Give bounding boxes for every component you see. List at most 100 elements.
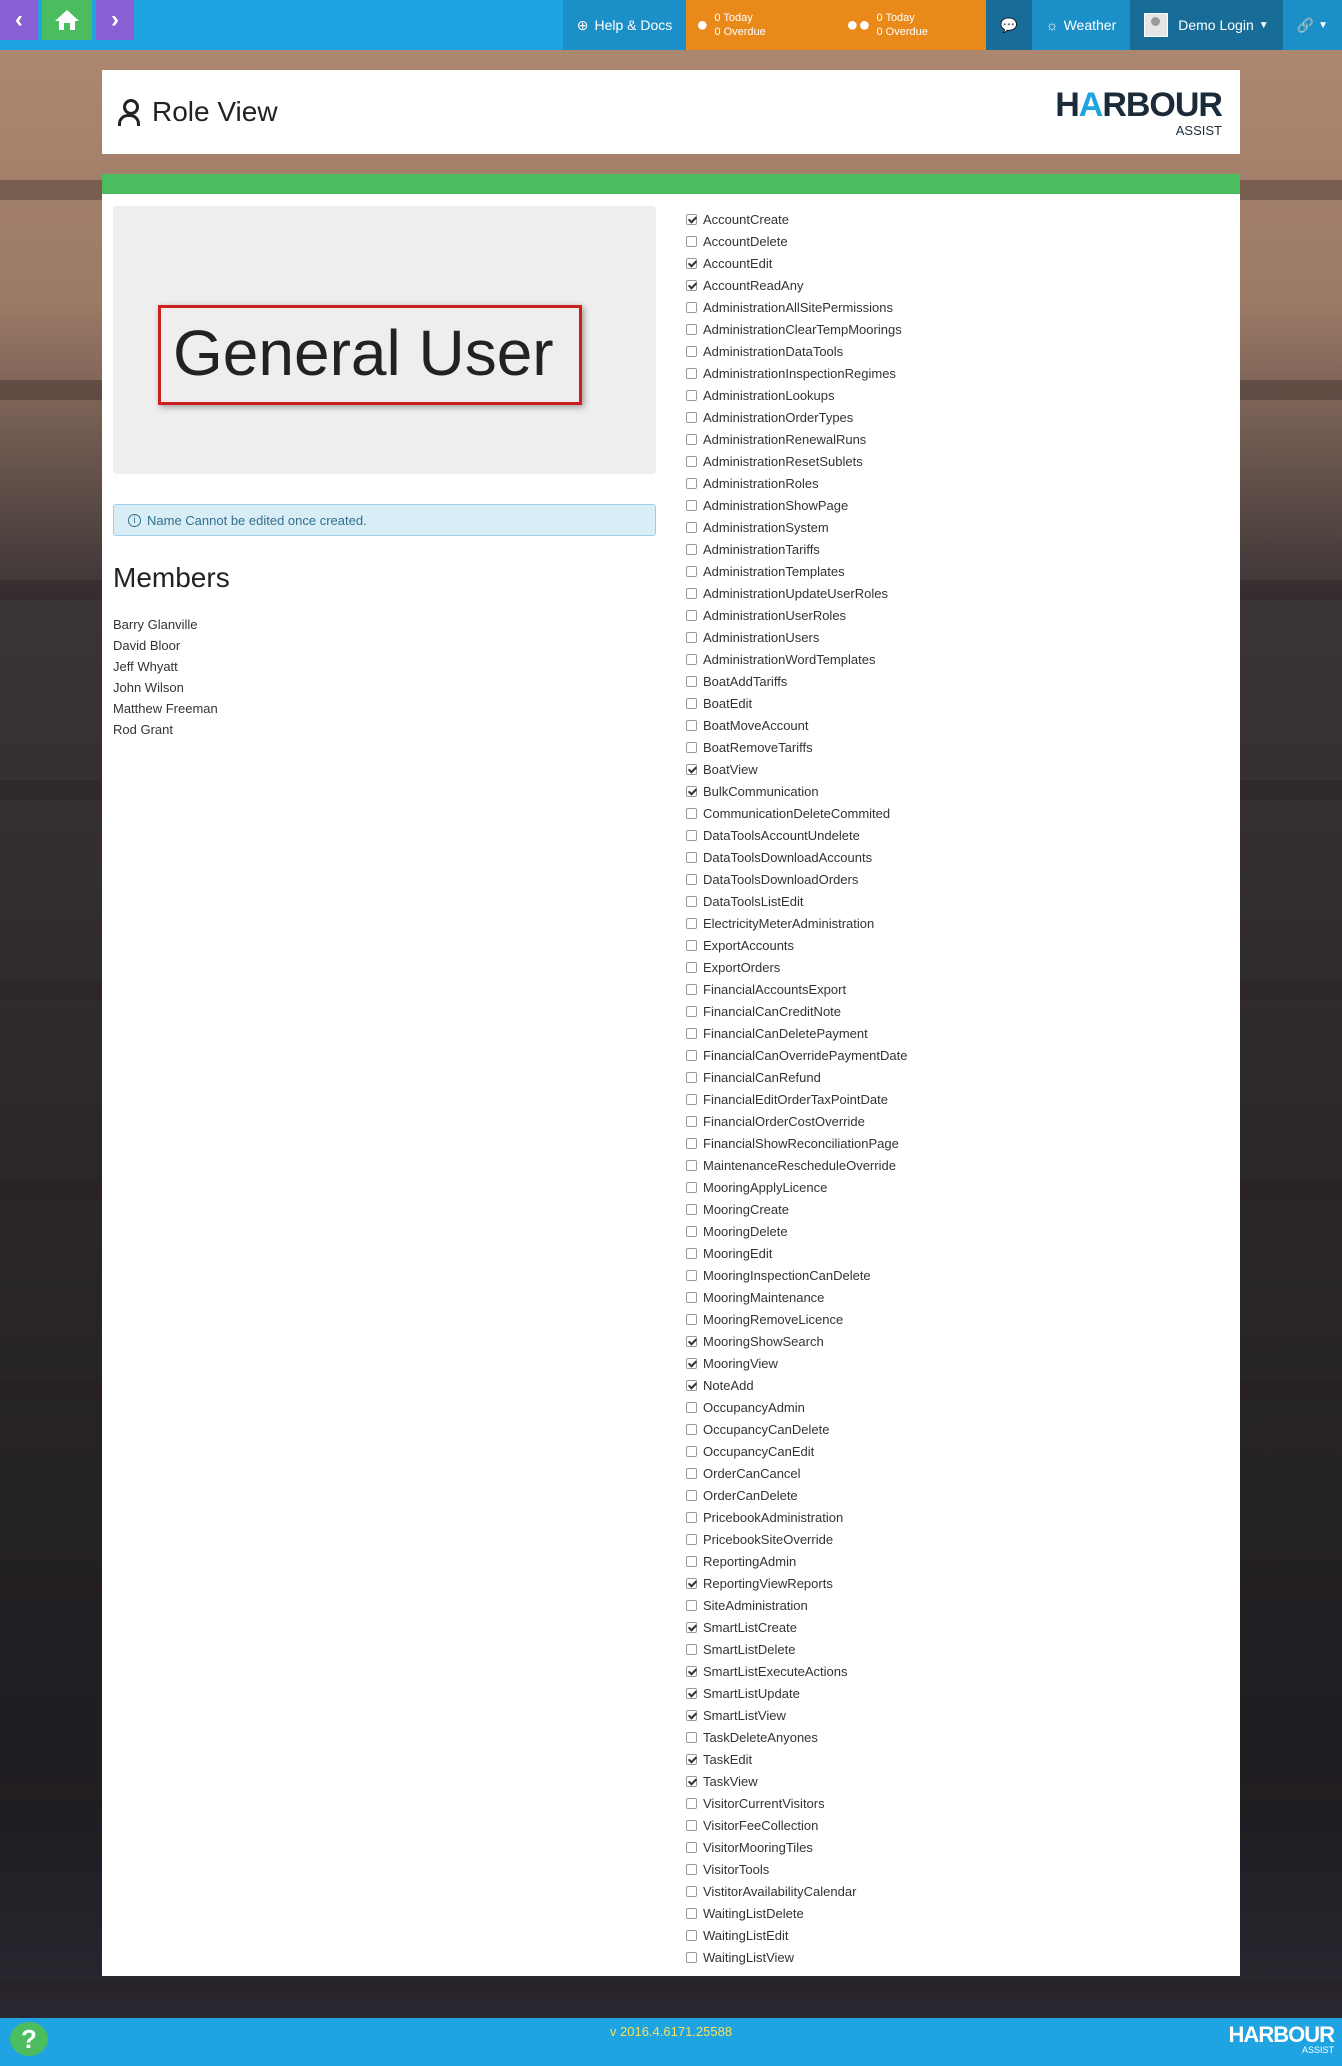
permission-checkbox[interactable] [686,1247,697,1259]
permission-checkbox[interactable] [686,411,697,423]
permission-checkbox[interactable] [686,1115,697,1127]
permission-checkbox[interactable] [686,1357,697,1369]
permission-item: AdministrationOrderTypes [686,406,907,428]
permission-checkbox[interactable] [686,1225,697,1237]
permission-checkbox[interactable] [686,1071,697,1083]
permission-checkbox[interactable] [686,1005,697,1017]
permission-checkbox[interactable] [686,917,697,929]
permission-checkbox[interactable] [686,1577,697,1589]
permission-checkbox[interactable] [686,1137,697,1149]
help-docs-button[interactable]: ⊕ Help & Docs [562,0,687,50]
permission-checkbox[interactable] [686,543,697,555]
permission-checkbox[interactable] [686,1313,697,1325]
permission-checkbox[interactable] [686,433,697,445]
user-icon: ● [696,13,709,36]
permission-checkbox[interactable] [686,1797,697,1809]
permission-checkbox[interactable] [686,697,697,709]
permission-checkbox[interactable] [686,719,697,731]
links-menu[interactable]: 🔗 ▼ [1282,0,1342,50]
permission-checkbox[interactable] [686,1753,697,1765]
permission-checkbox[interactable] [686,1731,697,1743]
permission-label: VistitorAvailabilityCalendar [703,1883,857,1899]
permission-checkbox[interactable] [686,653,697,665]
permission-checkbox[interactable] [686,455,697,467]
permission-checkbox[interactable] [686,235,697,247]
permission-checkbox[interactable] [686,1599,697,1611]
permission-checkbox[interactable] [686,983,697,995]
permission-checkbox[interactable] [686,1775,697,1787]
permission-checkbox[interactable] [686,477,697,489]
permission-checkbox[interactable] [686,1203,697,1215]
permission-checkbox[interactable] [686,961,697,973]
permission-checkbox[interactable] [686,367,697,379]
permission-checkbox[interactable] [686,1533,697,1545]
permission-checkbox[interactable] [686,1907,697,1919]
user-menu[interactable]: Demo Login ▼ [1130,0,1283,50]
permission-checkbox[interactable] [686,587,697,599]
permission-checkbox[interactable] [686,1049,697,1061]
permission-checkbox[interactable] [686,1379,697,1391]
permission-checkbox[interactable] [686,1093,697,1105]
permission-checkbox[interactable] [686,785,697,797]
permission-checkbox[interactable] [686,631,697,643]
permission-checkbox[interactable] [686,257,697,269]
permission-checkbox[interactable] [686,565,697,577]
permission-checkbox[interactable] [686,1489,697,1501]
permission-checkbox[interactable] [686,763,697,775]
permission-checkbox[interactable] [686,1929,697,1941]
permission-checkbox[interactable] [686,807,697,819]
permission-checkbox[interactable] [686,323,697,335]
permission-checkbox[interactable] [686,1819,697,1831]
permission-checkbox[interactable] [686,1951,697,1963]
member-item: Matthew Freeman [113,701,218,716]
permission-checkbox[interactable] [686,895,697,907]
permission-checkbox[interactable] [686,741,697,753]
permission-checkbox[interactable] [686,1269,697,1281]
permission-checkbox[interactable] [686,1621,697,1633]
permission-checkbox[interactable] [686,279,697,291]
permission-checkbox[interactable] [686,1401,697,1413]
permission-checkbox[interactable] [686,301,697,313]
weather-button[interactable]: ☼ Weather [1031,0,1131,50]
permission-checkbox[interactable] [686,873,697,885]
permission-label: DataToolsListEdit [703,893,804,909]
permission-checkbox[interactable] [686,1555,697,1567]
permission-checkbox[interactable] [686,1159,697,1171]
permission-checkbox[interactable] [686,389,697,401]
permission-checkbox[interactable] [686,1841,697,1853]
permission-label: FinancialCanDeletePayment [703,1025,868,1041]
permission-item: AdministrationTemplates [686,560,907,582]
permission-label: BoatAddTariffs [703,673,788,689]
permission-label: AdministrationUpdateUserRoles [703,585,888,601]
permission-checkbox[interactable] [686,1643,697,1655]
team-tasks-button[interactable]: ●● 0 Today 0 Overdue [836,0,987,50]
permission-checkbox[interactable] [686,939,697,951]
permission-checkbox[interactable] [686,521,697,533]
permission-checkbox[interactable] [686,1467,697,1479]
permission-checkbox[interactable] [686,213,697,225]
chat-button[interactable]: 💬 [986,0,1032,50]
back-button[interactable]: ‹ [0,0,38,40]
permission-checkbox[interactable] [686,675,697,687]
home-button[interactable] [42,0,92,40]
permission-checkbox[interactable] [686,1709,697,1721]
permission-checkbox[interactable] [686,1687,697,1699]
permission-checkbox[interactable] [686,1885,697,1897]
permission-checkbox[interactable] [686,851,697,863]
permission-checkbox[interactable] [686,345,697,357]
permission-checkbox[interactable] [686,1027,697,1039]
permission-item: SmartListExecuteActions [686,1660,907,1682]
permission-checkbox[interactable] [686,1863,697,1875]
permission-checkbox[interactable] [686,1181,697,1193]
my-tasks-button[interactable]: ● 0 Today 0 Overdue [686,0,837,50]
forward-button[interactable]: › [96,0,134,40]
permission-checkbox[interactable] [686,1665,697,1677]
permission-checkbox[interactable] [686,1445,697,1457]
permission-checkbox[interactable] [686,1511,697,1523]
permission-checkbox[interactable] [686,609,697,621]
permission-checkbox[interactable] [686,1291,697,1303]
permission-checkbox[interactable] [686,829,697,841]
permission-checkbox[interactable] [686,1335,697,1347]
permission-checkbox[interactable] [686,499,697,511]
permission-checkbox[interactable] [686,1423,697,1435]
